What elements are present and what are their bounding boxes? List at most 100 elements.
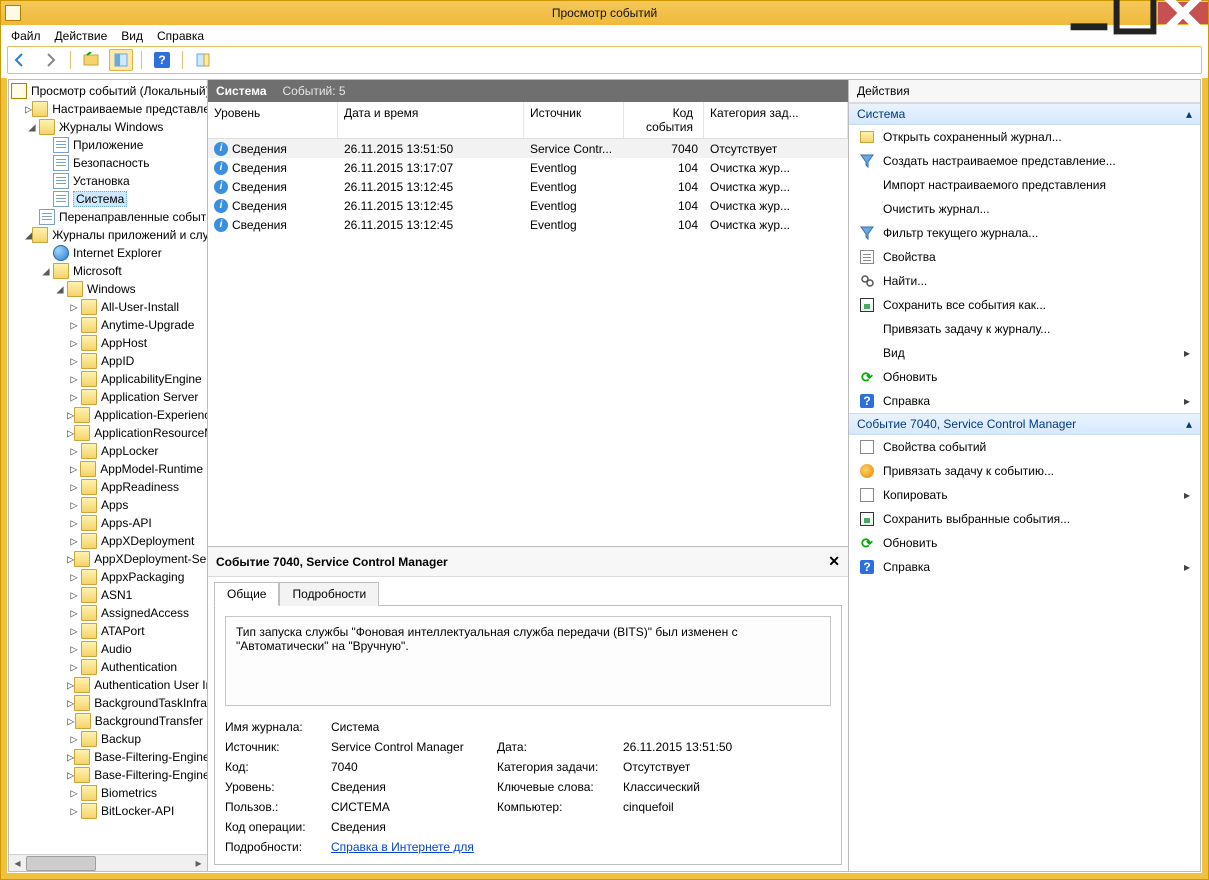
tree-root[interactable]: Просмотр событий (Локальный) bbox=[9, 82, 207, 100]
expander-icon[interactable]: ▷ bbox=[67, 552, 74, 566]
tree-node[interactable]: ▷Backup bbox=[9, 730, 207, 748]
expander-icon[interactable]: ▷ bbox=[67, 804, 81, 818]
expander-icon[interactable]: ▷ bbox=[67, 444, 81, 458]
expander-icon[interactable]: ▷ bbox=[67, 624, 81, 638]
tab-general[interactable]: Общие bbox=[214, 582, 279, 606]
menu-help[interactable]: Справка bbox=[157, 29, 204, 43]
scroll-right-icon[interactable]: ▸ bbox=[190, 856, 207, 871]
tree-node[interactable]: ▷Application Server bbox=[9, 388, 207, 406]
expander-icon[interactable]: ◢ bbox=[25, 228, 32, 242]
tree-setup[interactable]: Установка bbox=[9, 172, 207, 190]
table-row[interactable]: iСведения26.11.2015 13:12:45Eventlog104О… bbox=[208, 177, 848, 196]
expander-icon[interactable]: ▷ bbox=[67, 390, 81, 404]
tree-node[interactable]: ▷AppLocker bbox=[9, 442, 207, 460]
expander-icon[interactable]: ▷ bbox=[67, 462, 80, 476]
expander-icon[interactable]: ◢ bbox=[25, 120, 39, 134]
detail-close-button[interactable]: ✕ bbox=[828, 553, 840, 570]
back-button[interactable] bbox=[8, 49, 32, 71]
action-refresh[interactable]: ⟳Обновить bbox=[849, 365, 1200, 389]
col-code[interactable]: Код события bbox=[624, 102, 704, 138]
tree-node[interactable]: ▷BackgroundTaskInfrastructure bbox=[9, 694, 207, 712]
tree-node[interactable]: ▷AppModel-Runtime bbox=[9, 460, 207, 478]
tree-node[interactable]: ▷AppID bbox=[9, 352, 207, 370]
tree-node[interactable]: ▷Application-Experience bbox=[9, 406, 207, 424]
action-create-view[interactable]: Создать настраиваемое представление... bbox=[849, 149, 1200, 173]
action-properties[interactable]: Свойства bbox=[849, 245, 1200, 269]
expander-icon[interactable]: ▷ bbox=[67, 732, 81, 746]
tree-node[interactable]: ▷All-User-Install bbox=[9, 298, 207, 316]
toggle-panel-button[interactable] bbox=[191, 49, 215, 71]
show-hide-tree-button[interactable] bbox=[79, 49, 103, 71]
tree-node[interactable]: ▷AppXDeployment-Server bbox=[9, 550, 207, 568]
tree-application[interactable]: Приложение bbox=[9, 136, 207, 154]
expander-icon[interactable]: ▷ bbox=[67, 300, 81, 314]
tree-custom-views[interactable]: ▷Настраиваемые представления bbox=[9, 100, 207, 118]
grid-columns[interactable]: Уровень Дата и время Источник Код событи… bbox=[208, 102, 848, 139]
expander-icon[interactable]: ◢ bbox=[39, 264, 53, 278]
tree-node[interactable]: ▷Base-Filtering-Engine-Connections bbox=[9, 766, 207, 784]
expander-icon[interactable]: ▷ bbox=[67, 642, 81, 656]
table-row[interactable]: iСведения26.11.2015 13:51:50Service Cont… bbox=[208, 139, 848, 158]
action-find[interactable]: Найти... bbox=[849, 269, 1200, 293]
action-filter[interactable]: Фильтр текущего журнала... bbox=[849, 221, 1200, 245]
tree-internet-explorer[interactable]: Internet Explorer bbox=[9, 244, 207, 262]
tree-node[interactable]: ▷ApplicabilityEngine bbox=[9, 370, 207, 388]
tree-node[interactable]: ▷ATAPort bbox=[9, 622, 207, 640]
tree-node[interactable]: ▷Authentication bbox=[9, 658, 207, 676]
action-help[interactable]: ?Справка▸ bbox=[849, 389, 1200, 413]
table-row[interactable]: iСведения26.11.2015 13:17:07Eventlog104О… bbox=[208, 158, 848, 177]
menu-file[interactable]: Файл bbox=[11, 29, 41, 43]
expander-icon[interactable]: ▷ bbox=[67, 768, 74, 782]
action-attach-task[interactable]: Привязать задачу к журналу... bbox=[849, 317, 1200, 341]
tree-system[interactable]: Система bbox=[9, 190, 207, 208]
tree-windows[interactable]: ◢Windows bbox=[9, 280, 207, 298]
action-save-all[interactable]: Сохранить все события как... bbox=[849, 293, 1200, 317]
properties-button[interactable] bbox=[109, 49, 133, 71]
help-button[interactable]: ? bbox=[150, 49, 174, 71]
tree-hscrollbar[interactable]: ◂ ▸ bbox=[9, 854, 207, 871]
action-attach-task-event[interactable]: Привязать задачу к событию... bbox=[849, 459, 1200, 483]
tree-node[interactable]: ▷BitLocker-API bbox=[9, 802, 207, 820]
tree-node[interactable]: ▷Audio bbox=[9, 640, 207, 658]
tree-node[interactable]: ▷AppxPackaging bbox=[9, 568, 207, 586]
expander-icon[interactable]: ▷ bbox=[67, 696, 74, 710]
tree-app-service-logs[interactable]: ◢Журналы приложений и служб bbox=[9, 226, 207, 244]
action-event-properties[interactable]: Свойства событий bbox=[849, 435, 1200, 459]
expander-icon[interactable]: ▷ bbox=[67, 660, 81, 674]
expander-icon[interactable]: ◢ bbox=[53, 282, 67, 296]
tree-node[interactable]: ▷ApplicationResourceManagement bbox=[9, 424, 207, 442]
col-date[interactable]: Дата и время bbox=[338, 102, 524, 138]
action-open-saved[interactable]: Открыть сохраненный журнал... bbox=[849, 125, 1200, 149]
scroll-thumb[interactable] bbox=[26, 856, 96, 871]
col-level[interactable]: Уровень bbox=[208, 102, 338, 138]
action-help-2[interactable]: ?Справка▸ bbox=[849, 555, 1200, 579]
action-view[interactable]: Вид▸ bbox=[849, 341, 1200, 365]
forward-button[interactable] bbox=[38, 49, 62, 71]
tree-node[interactable]: ▷Biometrics bbox=[9, 784, 207, 802]
expander-icon[interactable]: ▷ bbox=[67, 426, 74, 440]
scroll-left-icon[interactable]: ◂ bbox=[9, 856, 26, 871]
tree-microsoft[interactable]: ◢Microsoft bbox=[9, 262, 207, 280]
tree-forwarded[interactable]: Перенаправленные события bbox=[9, 208, 207, 226]
expander-icon[interactable]: ▷ bbox=[67, 588, 81, 602]
tree-node[interactable]: ▷Base-Filtering-Engine bbox=[9, 748, 207, 766]
tree-node[interactable]: ▷ASN1 bbox=[9, 586, 207, 604]
actions-section-system[interactable]: Система▴ bbox=[849, 103, 1200, 125]
expander-icon[interactable]: ▷ bbox=[67, 318, 81, 332]
menu-action[interactable]: Действие bbox=[55, 29, 108, 43]
tree-node[interactable]: ▷AssignedAccess bbox=[9, 604, 207, 622]
expander-icon[interactable]: ▷ bbox=[67, 354, 81, 368]
expander-icon[interactable]: ▷ bbox=[67, 408, 74, 422]
tree-node[interactable]: ▷AppReadiness bbox=[9, 478, 207, 496]
tab-details[interactable]: Подробности bbox=[279, 582, 379, 606]
action-import-view[interactable]: Импорт настраиваемого представления bbox=[849, 173, 1200, 197]
col-category[interactable]: Категория зад... bbox=[704, 102, 848, 138]
action-copy[interactable]: Копировать▸ bbox=[849, 483, 1200, 507]
titlebar[interactable]: Просмотр событий bbox=[1, 1, 1208, 25]
expander-icon[interactable]: ▷ bbox=[67, 714, 75, 728]
tree-node[interactable]: ▷Apps bbox=[9, 496, 207, 514]
expander-icon[interactable]: ▷ bbox=[67, 534, 81, 548]
expander-icon[interactable]: ▷ bbox=[67, 786, 81, 800]
expander-icon[interactable]: ▷ bbox=[67, 516, 81, 530]
expander-icon[interactable]: ▷ bbox=[67, 372, 81, 386]
